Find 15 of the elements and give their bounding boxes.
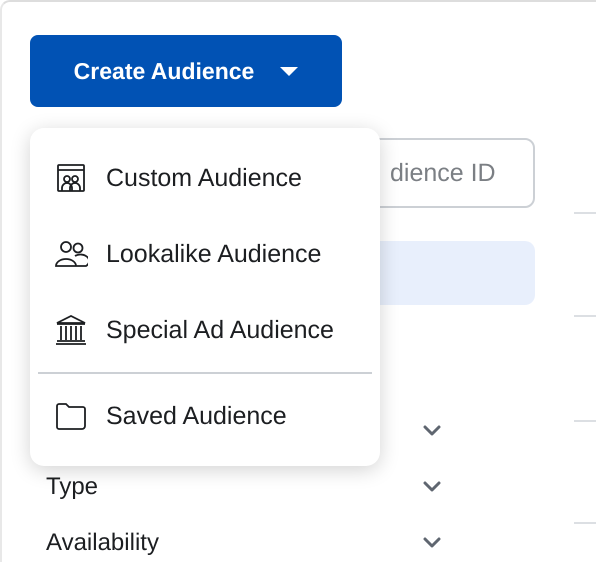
people-icon [54, 239, 88, 269]
chevron-down-icon[interactable] [422, 425, 442, 437]
menu-item[interactable]: Lookalike Audience [30, 216, 380, 292]
audience-window-icon [56, 163, 86, 193]
filter-label: Availability [46, 529, 160, 557]
menu-item[interactable]: Saved Audience [30, 378, 380, 454]
folder-icon [54, 401, 88, 431]
bank-building-icon [54, 313, 88, 347]
chevron-down-icon[interactable] [422, 537, 442, 549]
caret-icon [280, 66, 298, 76]
chevron-down-icon[interactable] [422, 481, 442, 493]
menu-item[interactable]: Custom Audience [30, 140, 380, 216]
menu-item[interactable]: Special Ad Audience [30, 292, 380, 368]
filter-label: Type [46, 473, 100, 501]
create-audience-button[interactable]: Create Audience [30, 35, 342, 107]
